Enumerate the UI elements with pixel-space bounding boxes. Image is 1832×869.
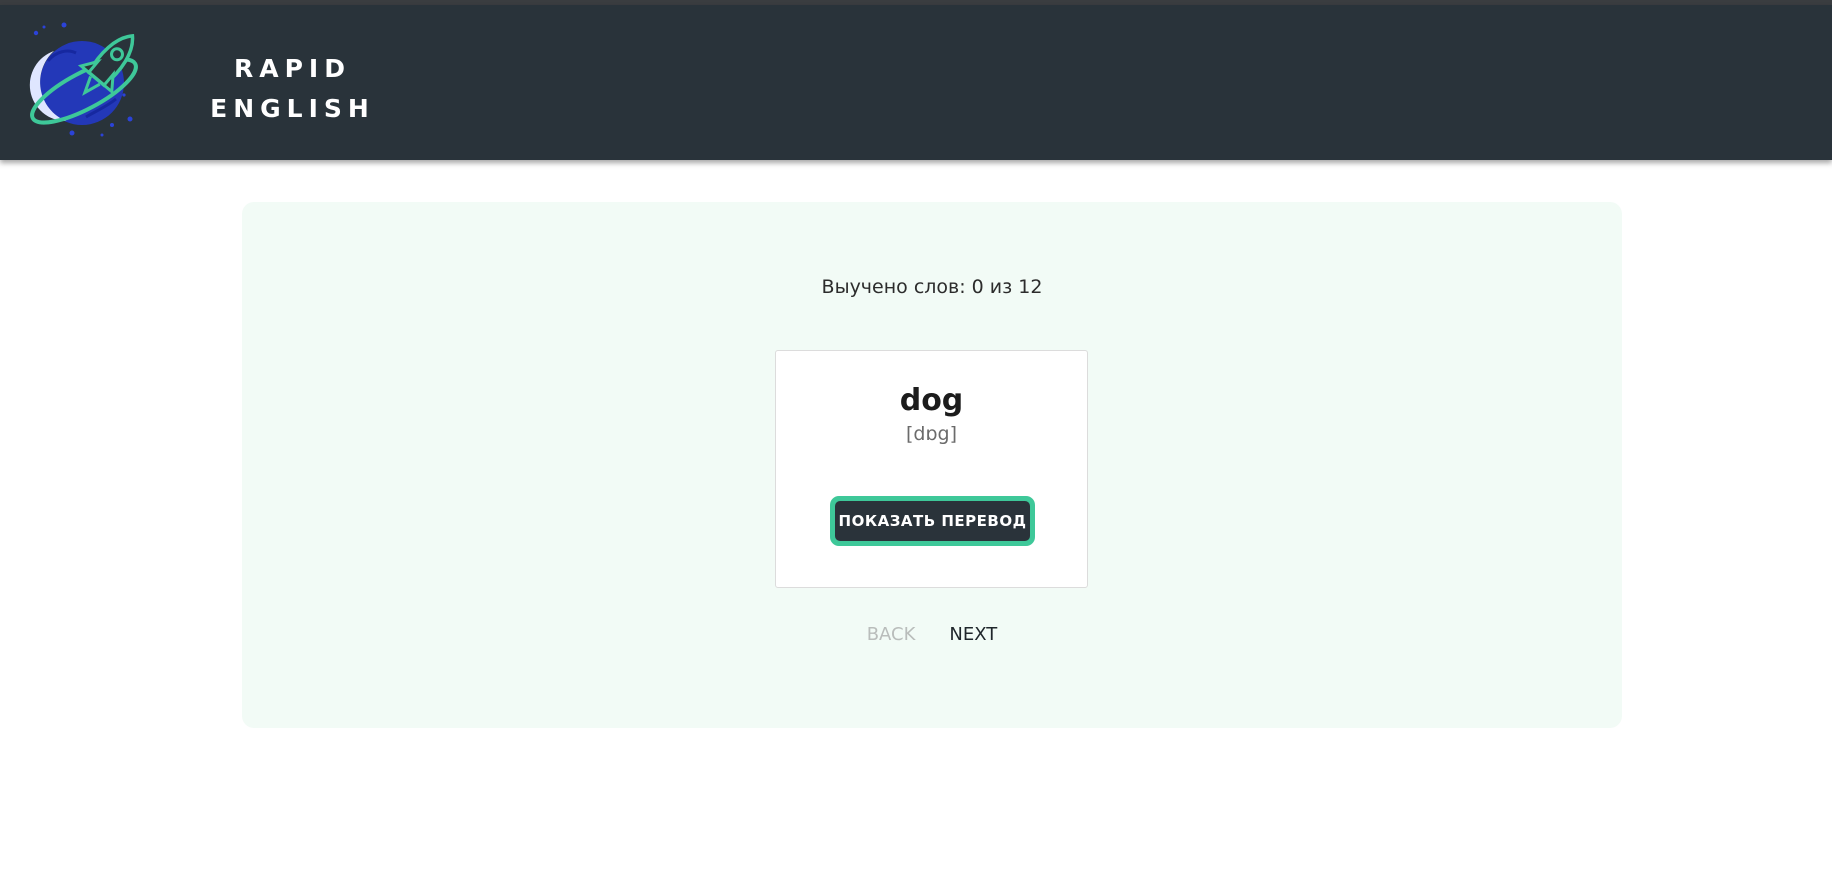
brand-line-2: ENGLISH xyxy=(210,94,375,123)
show-translation-button[interactable]: ПОКАЗАТЬ ПЕРЕВОД xyxy=(830,496,1035,546)
card-word: dog xyxy=(899,383,964,418)
learned-words-counter: Выучено слов: 0 из 12 xyxy=(821,276,1043,298)
card-navigation: BACK NEXT xyxy=(242,624,1622,645)
brand-name[interactable]: RAPID ENGLISH xyxy=(205,49,380,129)
word-card: dog [dɒg] ПОКАЗАТЬ ПЕРЕВОД xyxy=(775,350,1088,588)
back-button[interactable]: BACK xyxy=(867,624,916,645)
flashcard-panel: Выучено слов: 0 из 12 dog [dɒg] ПОКАЗАТЬ… xyxy=(242,202,1622,728)
brand-line-1: RAPID xyxy=(234,54,351,83)
app-header: RAPID ENGLISH xyxy=(0,5,1832,160)
card-transcription: [dɒg] xyxy=(905,423,957,445)
next-button[interactable]: NEXT xyxy=(949,624,997,645)
show-translation-label: ПОКАЗАТЬ ПЕРЕВОД xyxy=(835,501,1030,541)
rocket-globe-logo-icon[interactable] xyxy=(26,21,146,141)
